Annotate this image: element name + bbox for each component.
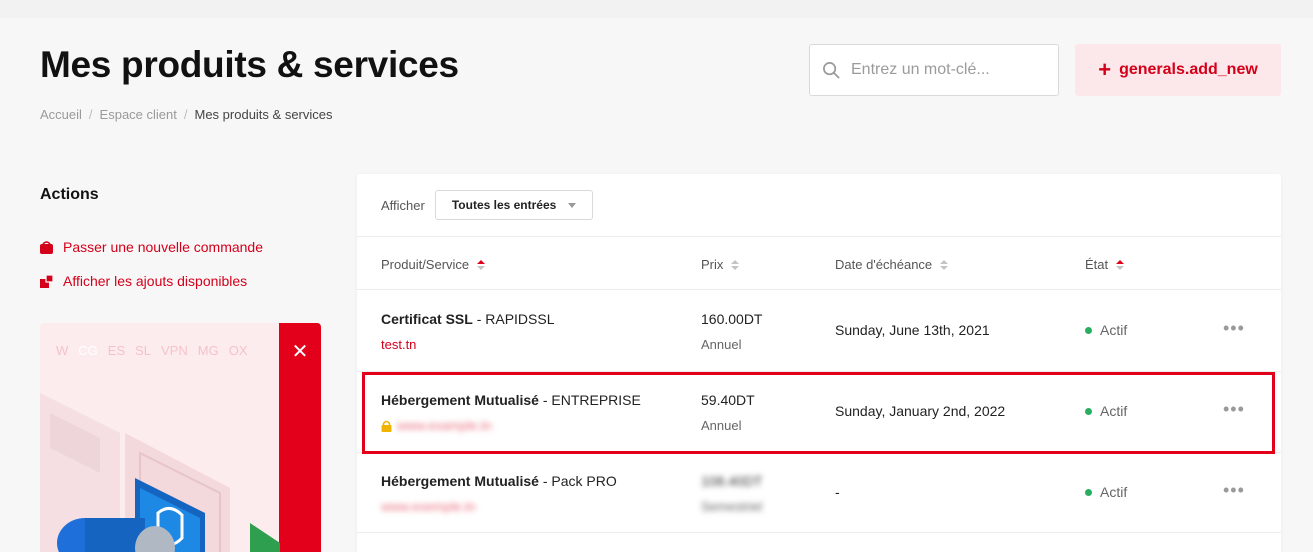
add-new-label: generals.add_new	[1119, 61, 1258, 78]
search-box	[809, 44, 1059, 96]
due-date: -	[835, 484, 840, 500]
product-domain-link[interactable]: www.example.tn	[397, 418, 492, 433]
price-cell: 108.40DT Semestriel	[701, 473, 762, 514]
status-dot-icon	[1085, 407, 1092, 415]
plus-icon: +	[1098, 57, 1112, 82]
breadcrumb-separator: /	[88, 107, 93, 122]
breadcrumb-separator: /	[183, 107, 188, 122]
promo-tabs: W CG ES SL VPN MG OX	[56, 343, 248, 358]
billing-cycle: Annuel	[701, 418, 742, 433]
add-new-button[interactable]: + generals.add_new	[1075, 44, 1281, 96]
sort-icon	[731, 259, 740, 270]
entries-filter: Afficher Toutes les entrées	[381, 190, 594, 220]
product-name: Hébergement Mutualisé	[381, 392, 539, 408]
table-row[interactable]: Certificat SSL - RAPIDSSL test.tn 160.00…	[357, 290, 1281, 371]
product-name: Certificat SSL	[381, 311, 473, 327]
product-cell: Certificat SSL - RAPIDSSL test.tn	[381, 311, 555, 352]
sort-icon	[940, 259, 949, 270]
product-domain-link[interactable]: www.exemple.tn	[381, 499, 476, 514]
table-row[interactable]: Hébergement Mutualisé - Pack PRO www.exe…	[357, 452, 1281, 533]
due-date: Sunday, June 13th, 2021	[835, 322, 990, 338]
entries-select-value: Toutes les entrées	[451, 198, 557, 212]
product-plan: - Pack PRO	[538, 473, 617, 489]
due-date: Sunday, January 2nd, 2022	[835, 403, 1006, 419]
addons-label: Afficher les ajouts disponibles	[63, 273, 248, 289]
promo-tab[interactable]: VPN	[161, 343, 188, 358]
column-header-price[interactable]: Prix	[701, 257, 740, 272]
column-header-product[interactable]: Produit/Service	[381, 257, 486, 272]
divider	[357, 532, 1281, 533]
product-plan: - RAPIDSSL	[472, 311, 555, 327]
sort-icon	[1116, 259, 1125, 270]
product-domain-link[interactable]: test.tn	[381, 337, 416, 352]
sort-icon	[477, 259, 486, 270]
status-dot-icon	[1085, 488, 1092, 496]
promo-banner: W CG ES SL VPN MG OX ✕	[40, 323, 321, 552]
breadcrumb-client-area[interactable]: Espace client	[100, 107, 177, 122]
table-row[interactable]: Hébergement Mutualisé - ENTREPRISE www.e…	[357, 371, 1281, 452]
price: 108.40DT	[701, 473, 763, 489]
status-badge: Actif	[1085, 484, 1127, 500]
billing-cycle: Semestriel	[701, 499, 763, 514]
promo-tab[interactable]: ES	[108, 343, 125, 358]
breadcrumb-current: Mes produits & services	[194, 107, 333, 122]
lock-icon	[381, 420, 392, 432]
new-order-link[interactable]: Passer une nouvelle commande	[40, 239, 263, 255]
promo-illustration	[40, 393, 280, 552]
promo-tab[interactable]: CG	[78, 343, 98, 358]
page-title: Mes produits & services	[40, 44, 459, 85]
new-order-label: Passer une nouvelle commande	[63, 239, 264, 255]
product-cell: Hébergement Mutualisé - Pack PRO www.exe…	[381, 473, 617, 514]
shopping-bag-icon	[40, 240, 53, 254]
breadcrumb: Accueil / Espace client / Mes produits &…	[40, 107, 333, 122]
status-badge: Actif	[1085, 322, 1127, 338]
actions-title: Actions	[40, 186, 99, 203]
price: 59.40DT	[701, 392, 755, 408]
chevron-down-icon	[568, 202, 577, 208]
price-cell: 59.40DT Annuel	[701, 392, 755, 433]
more-options-icon[interactable]: •••	[1223, 318, 1245, 339]
price: 160.00DT	[701, 311, 763, 327]
search-icon	[823, 61, 840, 78]
promo-tab[interactable]: OX	[229, 343, 248, 358]
product-cell: Hébergement Mutualisé - ENTREPRISE www.e…	[381, 392, 641, 433]
billing-cycle: Annuel	[701, 337, 742, 352]
top-bar	[0, 0, 1313, 18]
promo-tab[interactable]: SL	[135, 343, 151, 358]
entries-select[interactable]: Toutes les entrées	[434, 190, 594, 220]
addons-icon	[40, 274, 53, 288]
breadcrumb-home[interactable]: Accueil	[40, 107, 82, 122]
divider	[357, 236, 1281, 237]
column-header-due-date[interactable]: Date d'échéance	[835, 257, 949, 272]
filter-label: Afficher	[381, 197, 425, 213]
promo-tab[interactable]: MG	[198, 343, 219, 358]
services-table-card: Afficher Toutes les entrées Produit/Serv…	[357, 174, 1281, 552]
price-cell: 160.00DT Annuel	[701, 311, 762, 352]
addons-link[interactable]: Afficher les ajouts disponibles	[40, 273, 247, 289]
status-dot-icon	[1085, 326, 1092, 334]
status-badge: Actif	[1085, 403, 1127, 419]
more-options-icon[interactable]: •••	[1223, 480, 1245, 501]
promo-close-button[interactable]: ✕	[279, 323, 321, 552]
more-options-icon[interactable]: •••	[1223, 399, 1245, 420]
product-plan: - ENTREPRISE	[538, 392, 641, 408]
column-header-status[interactable]: État	[1085, 257, 1125, 272]
search-input[interactable]	[851, 61, 1041, 79]
promo-tab[interactable]: W	[56, 343, 68, 358]
product-name: Hébergement Mutualisé	[381, 473, 539, 489]
close-icon: ✕	[291, 341, 309, 363]
